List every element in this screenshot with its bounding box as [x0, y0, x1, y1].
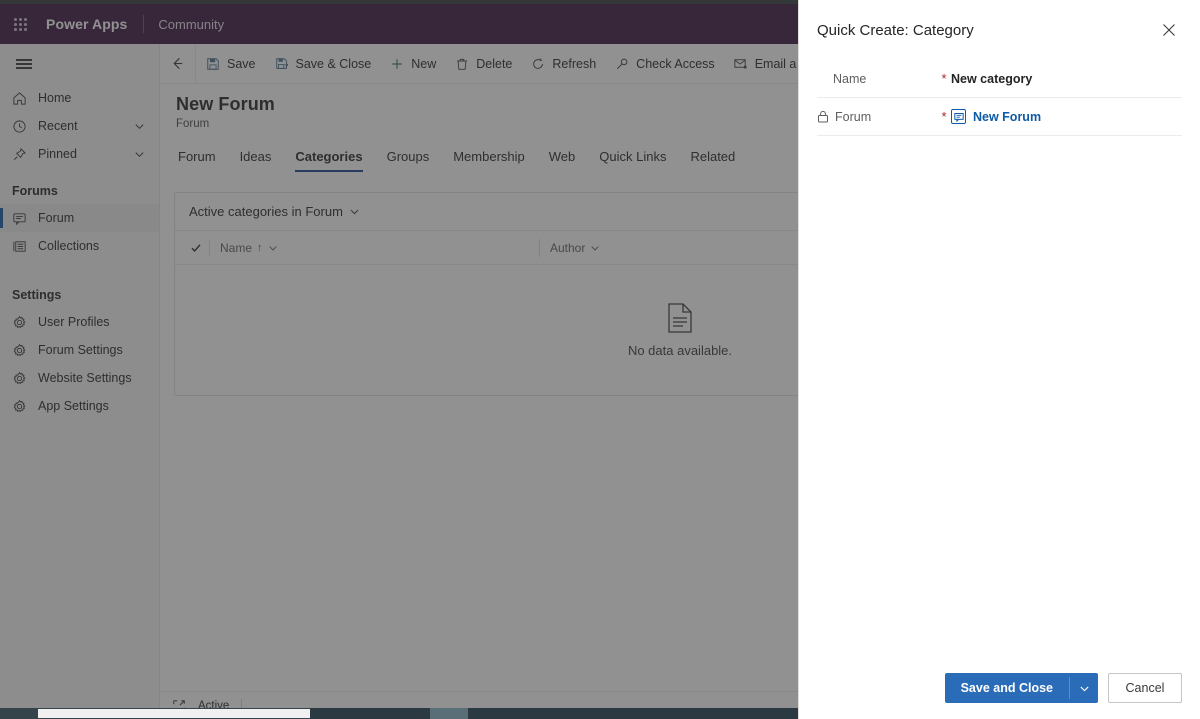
scrollbar-thumb[interactable] — [38, 709, 310, 718]
field-value-text: New category — [951, 71, 1033, 86]
scrollbar-track-left[interactable] — [0, 708, 38, 719]
cancel-button[interactable]: Cancel — [1108, 673, 1182, 703]
chevron-down-icon[interactable] — [1070, 673, 1098, 703]
quick-create-header: Quick Create: Category — [799, 0, 1200, 60]
field-name: Name * New category — [817, 60, 1182, 98]
quick-create-panel: Quick Create: Category Name * New catego… — [798, 0, 1200, 719]
field-forum: Forum * New Forum — [817, 98, 1182, 136]
save-and-close-split-button[interactable]: Save and Close — [944, 673, 1098, 703]
quick-create-title: Quick Create: Category — [817, 21, 974, 39]
scrollbar-track-segment[interactable] — [430, 708, 468, 719]
save-and-close-button[interactable]: Save and Close — [945, 673, 1069, 703]
field-label-text: Name — [833, 71, 867, 86]
modal-overlay[interactable] — [0, 0, 800, 719]
scrollbar-track-right[interactable] — [310, 708, 430, 719]
lock-icon — [817, 110, 829, 123]
close-icon[interactable] — [1154, 15, 1184, 45]
lookup-value-link[interactable]: New Forum — [973, 110, 1041, 124]
required-marker: * — [941, 71, 947, 86]
horizontal-scrollbar[interactable] — [0, 708, 800, 719]
forum-lookup-field[interactable]: New Forum — [951, 109, 1182, 124]
quick-create-body: Name * New category Forum * New Forum — [799, 60, 1200, 657]
name-input[interactable]: New category — [951, 72, 1182, 86]
required-marker: * — [941, 109, 947, 124]
forum-entity-icon — [951, 109, 966, 124]
quick-create-footer: Save and Close Cancel — [799, 657, 1200, 719]
scrollbar-track-far-right[interactable] — [468, 708, 800, 719]
field-label: Forum — [817, 110, 937, 124]
screen: Power Apps Community Home Recent — [0, 0, 1200, 719]
field-label-text: Forum — [835, 109, 872, 124]
field-label: Name — [817, 72, 937, 86]
